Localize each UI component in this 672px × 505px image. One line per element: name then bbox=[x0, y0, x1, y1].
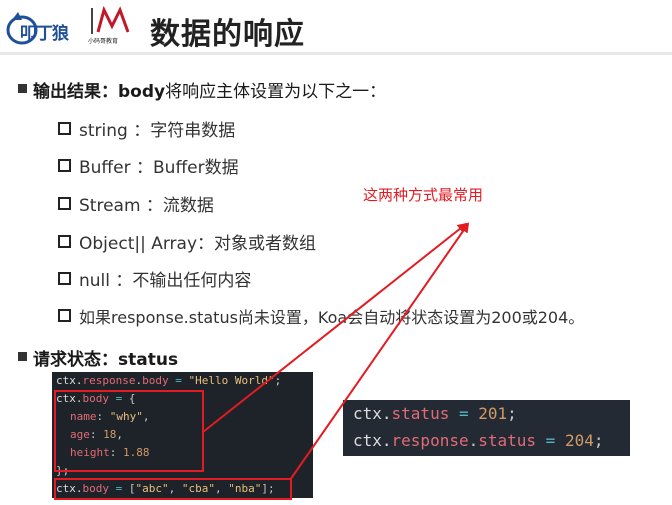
code-token: "Hello World" bbox=[188, 374, 275, 387]
code-line: ctx.response.body = "Hello World"; bbox=[56, 374, 281, 387]
koudinglang-logo: 叩丁狼 bbox=[6, 6, 86, 48]
code-token: status bbox=[478, 431, 537, 450]
code-token: status bbox=[391, 404, 450, 423]
checkbox-bullet-icon bbox=[58, 122, 71, 135]
code-line: ctx.status = 201; bbox=[353, 404, 517, 423]
list-item-label: Buffer ：Buffer数据 bbox=[79, 158, 239, 178]
section-output-label: 输出结果： bbox=[33, 82, 118, 102]
checkbox-bullet-icon bbox=[58, 309, 71, 322]
list-item-label: Object|| Array：对象或者数组 bbox=[79, 234, 317, 254]
page-title: 数据的响应 bbox=[150, 17, 305, 52]
code-token: = bbox=[449, 404, 479, 423]
code-token: ctx. bbox=[56, 374, 83, 387]
code-token: 204 bbox=[564, 431, 594, 450]
section-bullet-icon bbox=[18, 84, 27, 93]
list-item-label: 如果response.status尚未设置，Koa会自动将状态设置为200或20… bbox=[79, 308, 585, 327]
code-token: = bbox=[168, 374, 189, 387]
brand-text: 小码哥教育 bbox=[88, 38, 119, 45]
list-item-label: Stream ：流数据 bbox=[79, 196, 214, 216]
highlight-array-box bbox=[54, 478, 292, 500]
annotation-text: 这两种方式最常用 bbox=[363, 186, 484, 204]
code-line: ctx.response.status = 204; bbox=[353, 431, 603, 450]
code-token: body bbox=[142, 374, 169, 387]
code-token: ; bbox=[593, 431, 604, 450]
code-token: ; bbox=[274, 374, 282, 387]
code-token: ctx. bbox=[353, 431, 392, 450]
code-token: . bbox=[468, 431, 479, 450]
list-item: null ：不输出任何内容 bbox=[58, 266, 251, 291]
section-status-heading: 请求状态：status bbox=[33, 345, 178, 370]
highlight-object-box bbox=[54, 390, 204, 472]
section-status-label: 请求状态： bbox=[33, 350, 118, 370]
code-token: response bbox=[391, 431, 469, 450]
section-status-keyword: status bbox=[118, 350, 179, 370]
list-item-label: string ：字符串数据 bbox=[79, 121, 236, 141]
list-item: Stream ：流数据 bbox=[58, 191, 214, 216]
code-token: ; bbox=[507, 404, 517, 423]
code-token: 201 bbox=[478, 404, 508, 423]
list-item-label: null ：不输出任何内容 bbox=[79, 271, 252, 291]
section-output-keyword: body bbox=[118, 82, 166, 102]
checkbox-bullet-icon bbox=[58, 235, 71, 248]
section-output-text: 将响应主体设置为以下之一： bbox=[165, 82, 387, 102]
checkbox-bullet-icon bbox=[58, 197, 71, 210]
logo-text: 叩丁狼 bbox=[20, 24, 69, 44]
code-token: response bbox=[82, 374, 136, 387]
list-item: string ：字符串数据 bbox=[58, 116, 235, 141]
code-block-status: ctx.status = 201; ctx.response.status = … bbox=[343, 400, 630, 456]
checkbox-bullet-icon bbox=[58, 272, 71, 285]
list-item: 如果response.status尚未设置，Koa会自动将状态设置为200或20… bbox=[58, 304, 584, 328]
xiaomage-logo: 小码哥教育 bbox=[88, 5, 136, 48]
list-item: Buffer ：Buffer数据 bbox=[58, 153, 239, 178]
code-token: = bbox=[536, 431, 565, 450]
checkbox-bullet-icon bbox=[58, 159, 71, 172]
code-token: ctx. bbox=[353, 404, 392, 423]
list-item: Object|| Array：对象或者数组 bbox=[58, 229, 316, 254]
section-output-heading: 输出结果：body将响应主体设置为以下之一： bbox=[33, 77, 386, 102]
section-bullet-icon bbox=[18, 352, 27, 361]
m-logo-icon bbox=[91, 5, 130, 34]
header-divider bbox=[0, 52, 672, 55]
